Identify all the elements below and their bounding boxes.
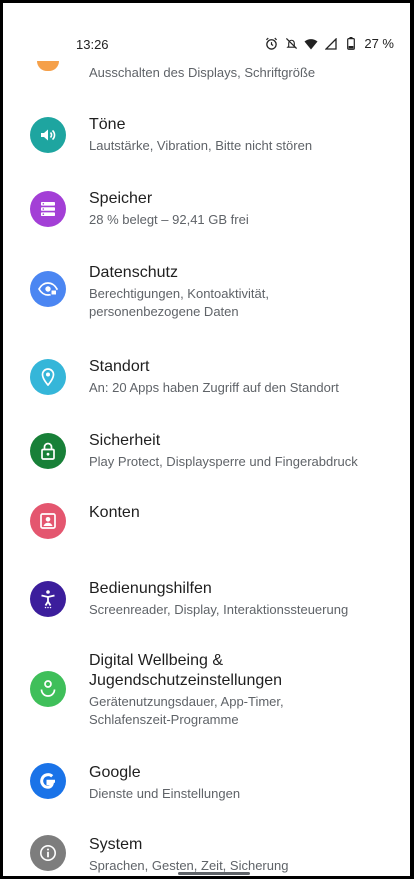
accessibility-icon — [30, 581, 66, 617]
settings-item-speicher[interactable]: Speicher 28 % belegt – 92,41 GB frei — [3, 177, 410, 239]
item-title: Digital Wellbeing & — [89, 652, 223, 669]
item-subtitle: Lautstärke, Vibration, Bitte nicht störe… — [89, 138, 313, 153]
settings-item-bedienungshilfen[interactable]: Bedienungshilfen Screenreader, Display, … — [3, 567, 410, 629]
signal-icon — [324, 37, 338, 51]
battery-percent: 27 % — [364, 36, 394, 51]
item-subtitle: Play Protect, Displaysperre und Fingerab… — [89, 454, 358, 469]
settings-item-google[interactable]: Google Dienste und Einstellungen — [3, 753, 410, 815]
settings-screen: 13:26 27 % Ausschalten des Displays, Sch… — [3, 3, 410, 876]
battery-icon — [344, 37, 358, 51]
item-title-line2: Jugendschutzeinstellungen — [89, 672, 283, 689]
privacy-eye-icon — [30, 271, 66, 307]
settings-item-standort[interactable]: Standort An: 20 Apps haben Zugriff auf d… — [3, 345, 410, 407]
item-title: Töne — [89, 116, 126, 133]
settings-item-sicherheit[interactable]: Sicherheit Play Protect, Displaysperre u… — [3, 419, 410, 481]
lock-icon — [30, 433, 66, 469]
gesture-nav-bar[interactable] — [178, 872, 250, 875]
display-icon — [37, 61, 59, 71]
item-subtitle: Gerätenutzungsdauer, App-Timer, — [89, 694, 284, 709]
item-title: Speicher — [89, 190, 153, 207]
settings-item-system[interactable]: System Sprachen, Gesten, Zeit, Sicherung — [3, 825, 410, 875]
alarm-icon — [264, 37, 278, 51]
item-title: Sicherheit — [89, 432, 161, 449]
info-icon — [30, 835, 66, 871]
status-time: 13:26 — [76, 37, 109, 52]
item-subtitle: Ausschalten des Displays, Schriftgröße — [89, 65, 316, 80]
settings-item-digital-wellbeing[interactable]: Digital Wellbeing & Jugendschutzeinstell… — [3, 641, 410, 741]
item-subtitle: 28 % belegt – 92,41 GB frei — [89, 212, 249, 227]
volume-icon — [30, 117, 66, 153]
storage-icon — [30, 191, 66, 227]
item-subtitle: An: 20 Apps haben Zugriff auf den Stando… — [89, 380, 339, 395]
google-icon — [30, 763, 66, 799]
item-title: Konten — [89, 504, 140, 521]
mute-icon — [284, 37, 298, 51]
status-icons: 27 % — [264, 36, 394, 51]
item-title: System — [89, 836, 143, 853]
item-subtitle: Dienste und Einstellungen — [89, 786, 241, 801]
wellbeing-icon — [30, 671, 66, 707]
settings-item-toene[interactable]: Töne Lautstärke, Vibration, Bitte nicht … — [3, 103, 410, 165]
settings-item-display[interactable]: Ausschalten des Displays, Schriftgröße — [3, 53, 410, 89]
item-title: Datenschutz — [89, 264, 178, 281]
item-title: Standort — [89, 358, 150, 375]
item-title: Google — [89, 764, 141, 781]
item-title: Bedienungshilfen — [89, 580, 212, 597]
item-subtitle-line2: Schlafenszeit-Programme — [89, 712, 239, 727]
settings-item-konten[interactable]: Konten — [3, 493, 410, 555]
item-subtitle-line2: personenbezogene Daten — [89, 304, 239, 319]
settings-item-datenschutz[interactable]: Datenschutz Berechtigungen, Kontoaktivit… — [3, 251, 410, 331]
wifi-icon — [304, 37, 318, 51]
item-subtitle: Screenreader, Display, Interaktionssteue… — [89, 602, 349, 617]
account-box-icon — [30, 503, 66, 539]
location-pin-icon — [30, 359, 66, 395]
item-subtitle: Berechtigungen, Kontoaktivität, — [89, 286, 269, 301]
